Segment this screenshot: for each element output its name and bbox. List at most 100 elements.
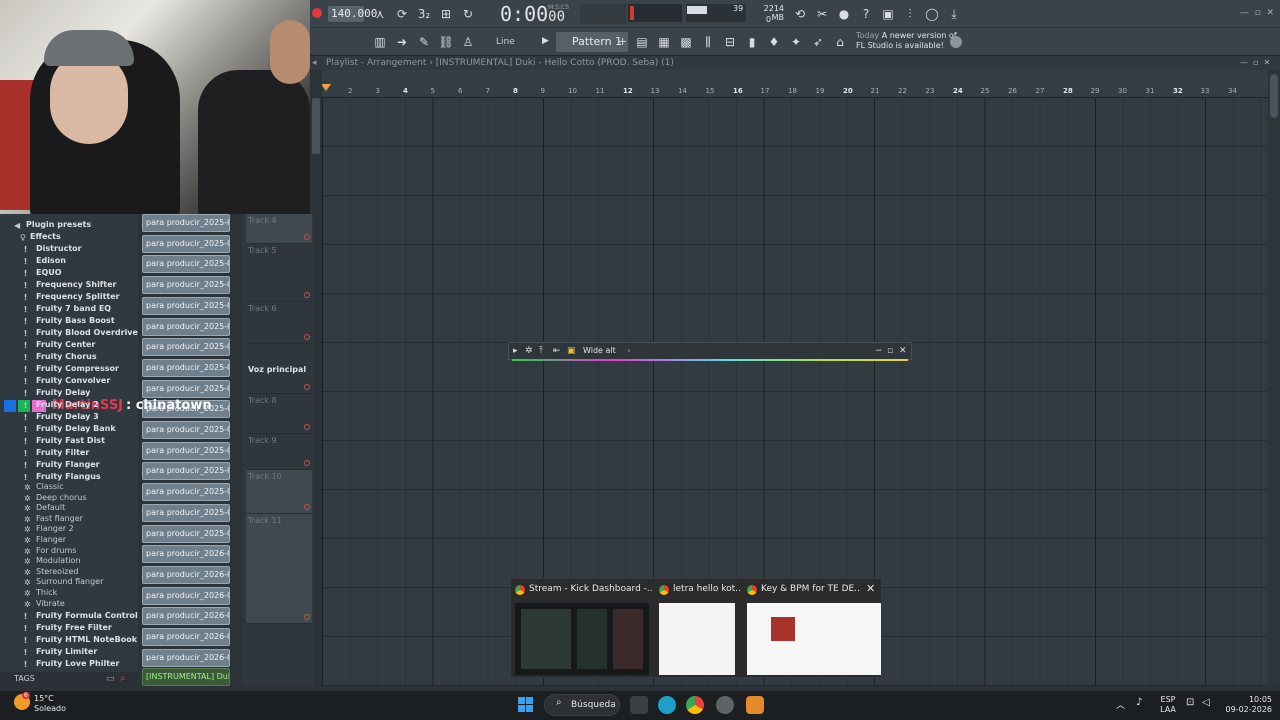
tag-icon[interactable]: ▭ [106,674,115,684]
pattern-clip[interactable]: para producir_2026-02-... [142,545,230,564]
track-mute-icon[interactable] [304,292,310,298]
mic-tray-icon[interactable]: ♪ [1136,697,1142,708]
browser-item[interactable]: ǃ Fruity Convolver [0,376,138,388]
track-header[interactable]: Track 11 [246,514,312,624]
timeline-ruler[interactable]: 2 3 4 5 6 7 8 9 10 11 12 13 14 15 16 17 18 19 20 21 22 23 24 25… [322,86,1270,98]
piano-roll-icon[interactable]: ▦ [654,32,674,52]
track-mute-icon[interactable] [304,234,310,240]
save-preset-icon[interactable]: ⤒ [539,346,543,356]
browser-item[interactable]: ǃ Fruity Compressor [0,364,138,376]
browser-item[interactable]: ǃ Edison [0,256,138,268]
track-mute-icon[interactable] [304,334,310,340]
track-mute-icon[interactable] [304,460,310,466]
track-header[interactable]: Track 6 [246,302,312,344]
browser-preset[interactable]: ✲ Surround flanger [0,577,138,588]
browser-preset[interactable]: ✲ Flanger 2 [0,524,138,535]
preview-keybpm[interactable]: Key & BPM for TE DE... [743,579,883,679]
chevron-right-icon[interactable]: › [627,346,631,356]
track-header[interactable]: Track 8 [246,394,312,434]
browser-item[interactable]: ǃ Fruity Limiter [0,647,138,659]
windows-start-icon[interactable] [518,697,534,713]
language-indicator[interactable]: ESP LAA [1156,695,1180,715]
channel-rack-icon[interactable]: ▩ [676,32,696,52]
browser-item[interactable]: ǃ Fruity Formula Controller [0,611,138,623]
pattern-clip[interactable]: para producir_2025-06-... [142,421,230,439]
arrow-icon[interactable]: ➜ [392,32,412,52]
pattern-clip[interactable]: para producir_2026-02-... [142,586,230,605]
pattern-clip[interactable]: para producir_2025-06-... [142,255,230,274]
metronome-icon[interactable]: ⋏ [370,4,390,24]
gear-icon[interactable]: ✲ [525,346,533,356]
pattern-clip[interactable]: para producir_2025-06-... [142,503,230,522]
close-icon[interactable]: ✕ [899,346,907,356]
taskbar-clock[interactable]: 10:05 09-02-2026 [1220,695,1273,715]
play-icon[interactable]: ▸ [513,346,518,356]
browser-item[interactable]: ǃ Fruity Delay 3 [0,412,138,424]
pattern-clip[interactable]: para producir_2026-02-... [142,648,230,667]
browser-item[interactable]: ǃ Fruity Delay 2 [0,400,138,412]
snap-mode[interactable]: Line [488,34,538,50]
plugin-window[interactable]: ▸ ✲ ⤒ ⇤ ▣ Wide alt › − ▫ ✕ [508,342,912,360]
network-icon[interactable]: ⊡ [1186,697,1194,708]
window-controls[interactable]: — ▫ ✕ [1240,8,1274,18]
pattern-clip[interactable]: para producir_2025-06-... [142,338,230,357]
playhead[interactable] [321,84,331,91]
minimize-icon[interactable]: − [875,346,883,356]
undo-icon[interactable]: ⟲ [790,4,810,24]
pattern-clip[interactable]: para producir_2026-02-... [142,628,230,646]
pattern-clip[interactable]: para producir_2025-06-... [142,234,230,253]
news-panel[interactable]: Today A newer version of FL Studio is ava… [856,31,957,51]
pattern-clip[interactable]: para producir_2025-06-... [142,358,230,377]
globe-icon[interactable] [950,36,962,48]
browser-preset[interactable]: ✲ Modulation [0,556,138,567]
preset-nav-icon[interactable]: ⇤ [553,346,561,356]
record-button[interactable] [312,8,322,18]
countdown-icon[interactable]: 3₂ [414,4,434,24]
track-header[interactable]: Track 10 [246,470,312,514]
help-icon[interactable]: ? [856,4,876,24]
wait-input-icon[interactable]: ⟳ [392,4,412,24]
browser-preset[interactable]: ✲ Thick [0,588,138,599]
browser-preset[interactable]: ✲ Flanger [0,535,138,546]
browser-item[interactable]: ǃ Fruity Love Philter [0,659,138,671]
pattern-clip[interactable]: para producir_2025-06-... [142,441,230,460]
playlist-window-controls[interactable]: — ▫ ✕ [1240,58,1270,67]
mic-icon[interactable]: ● [834,4,854,24]
pattern-clip[interactable]: para producir_2025-06-... [142,379,230,398]
browser-item[interactable]: ǃ Fruity Bass Boost [0,316,138,328]
playlist-header[interactable]: Playlist - Arrangement › [INSTRUMENTAL] … [310,56,1280,70]
cut-icon[interactable]: ✂ [812,4,832,24]
playlist-menu-icon[interactable]: ◂ [312,58,317,68]
maximize-icon[interactable]: ▫ [887,346,893,356]
tempo-display[interactable]: 140.000 [328,6,377,22]
volume-icon[interactable]: ◁ [1202,697,1210,708]
loop-record-icon[interactable]: ↻ [458,4,478,24]
pattern-clip-selected[interactable]: [INSTRUMENTAL] Duki... [142,668,230,686]
pattern-clip[interactable]: para producir_2025-06-... [142,276,230,295]
browser-item[interactable]: ǃ Frequency Splitter [0,292,138,304]
browser-preset[interactable]: ✲ Fast flanger [0,514,138,525]
browser-item[interactable]: ǃ Fruity HTML NoteBook [0,635,138,647]
browser-folder-effects[interactable]: ♀ Effects [0,232,138,244]
pattern-clip[interactable]: para producir_2025-06-... [142,483,230,502]
stamp-icon[interactable]: ♙ [458,32,478,52]
browser-item[interactable]: ǃ Fruity Delay [0,388,138,400]
track-mute-icon[interactable] [304,504,310,510]
search-icon[interactable]: ⌕ [120,673,126,684]
browser-tags[interactable]: TAGS [0,672,138,686]
bulb-icon[interactable]: ♦ [764,32,784,52]
browser-item[interactable]: ǃ Fruity Filter [0,448,138,460]
browser-item[interactable]: ǃ Fruity Fast Dist [0,436,138,448]
weather-widget[interactable]: 15°C Soleado [34,694,66,714]
browser-item[interactable]: ǃ EQUO [0,268,138,280]
browser-preset[interactable]: ✲ Stereoized [0,567,138,578]
left-scroll-thumb[interactable] [312,98,320,154]
pattern-clip[interactable]: para producir_2026-02-... [142,607,230,626]
pattern-prev-icon[interactable]: ▶ [542,36,549,46]
vertical-scrollbar[interactable] [1268,70,1280,686]
track-mute-icon[interactable] [304,614,310,620]
cart-icon[interactable]: ⌂ [830,32,850,52]
track-mute-icon[interactable] [304,384,310,390]
chrome-profile-icon[interactable] [716,696,734,714]
browser-icon[interactable]: ⊟ [720,32,740,52]
